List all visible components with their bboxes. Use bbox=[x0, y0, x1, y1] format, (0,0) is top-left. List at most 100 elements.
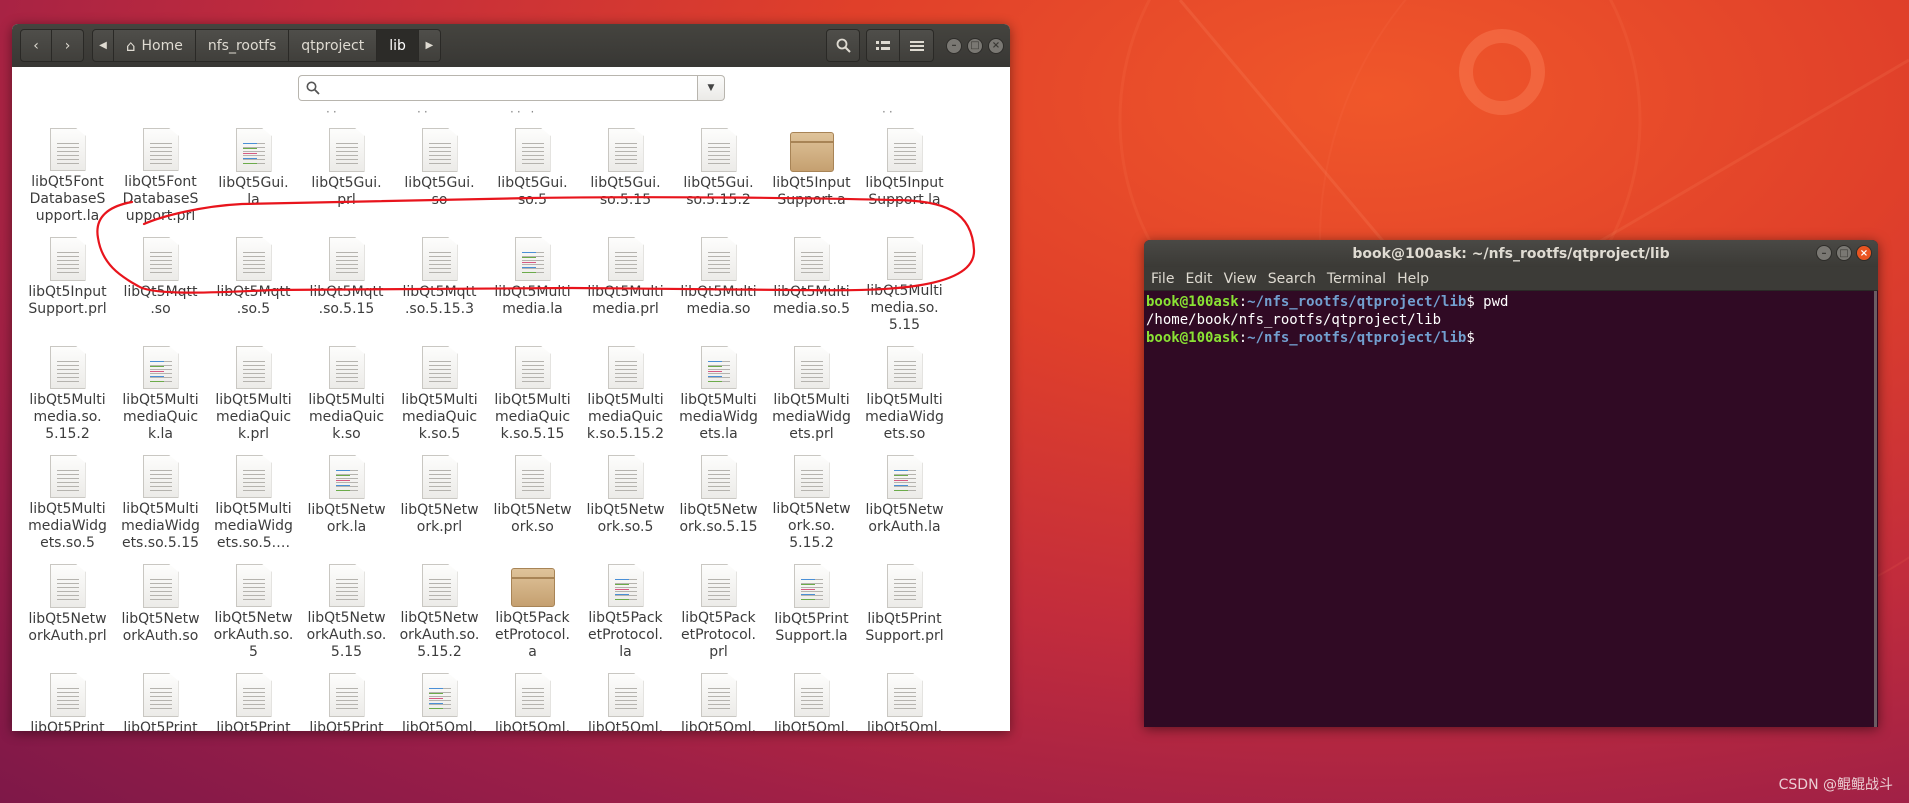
file-item[interactable]: libQt5Qml. bbox=[579, 661, 672, 731]
file-item[interactable]: libQt5Multi media.so. 5.15 bbox=[858, 225, 951, 334]
text-file-icon bbox=[235, 564, 272, 607]
file-item[interactable]: libQt5Print Support.la bbox=[765, 552, 858, 661]
file-item[interactable]: libQt5Netw orkAuth.so. 5 bbox=[207, 552, 300, 661]
path-scroll-left-button[interactable]: ◀ bbox=[92, 29, 114, 62]
file-item[interactable]: libQt5Pack etProtocol. a bbox=[486, 552, 579, 661]
file-item[interactable]: libQt5Netw ork.so.5.15 bbox=[672, 443, 765, 552]
file-item[interactable]: libQt5Multi mediaQuic k.la bbox=[114, 334, 207, 443]
menu-terminal[interactable]: Terminal bbox=[1323, 271, 1393, 287]
file-item[interactable]: libQt5Gui. so.5.15 bbox=[579, 116, 672, 225]
file-item[interactable]: libQt5Pack etProtocol. la bbox=[579, 552, 672, 661]
file-item[interactable]: libQt5Font DatabaseS upport.prl bbox=[114, 116, 207, 225]
file-item[interactable]: libQt5Multi mediaWidg ets.so bbox=[858, 334, 951, 443]
file-item[interactable]: libQt5Multi mediaQuic k.so bbox=[300, 334, 393, 443]
close-button[interactable]: × bbox=[1856, 245, 1872, 261]
file-item[interactable]: libQt5Multi media.so. 5.15.2 bbox=[21, 334, 114, 443]
search-options-dropdown[interactable]: ▼ bbox=[698, 75, 725, 101]
file-item[interactable]: libQt5Qml. bbox=[486, 661, 579, 731]
file-item[interactable]: libQt5Gui. so bbox=[393, 116, 486, 225]
maximize-button[interactable]: □ bbox=[967, 37, 983, 54]
text-file-icon bbox=[793, 673, 830, 717]
text-file-icon bbox=[886, 564, 923, 608]
menu-help[interactable]: Help bbox=[1393, 271, 1436, 287]
breadcrumb-lib[interactable]: lib bbox=[377, 29, 419, 62]
file-item[interactable]: libQt5Netw ork.so. 5.15.2 bbox=[765, 443, 858, 552]
file-item[interactable]: libQt5Gui. so.5 bbox=[486, 116, 579, 225]
file-item[interactable]: libQt5Multi media.la bbox=[486, 225, 579, 334]
menu-view[interactable]: View bbox=[1220, 271, 1264, 287]
file-item[interactable]: libQt5Qml. bbox=[393, 661, 486, 731]
file-item[interactable]: libQt5Netw ork.so.5 bbox=[579, 443, 672, 552]
menu-button[interactable] bbox=[900, 29, 934, 62]
file-item[interactable]: libQt5Input Support.prl bbox=[21, 225, 114, 334]
file-name: libQt5Input Support.a bbox=[772, 175, 851, 208]
file-item[interactable]: libQt5Netw ork.so bbox=[486, 443, 579, 552]
path-scroll-right-button[interactable]: ▶ bbox=[418, 29, 441, 62]
file-item[interactable]: libQt5Multi mediaWidg ets.la bbox=[672, 334, 765, 443]
file-item[interactable]: libQt5Multi mediaQuic k.prl bbox=[207, 334, 300, 443]
file-item[interactable]: libQt5Multi mediaWidg ets.so.5 bbox=[21, 443, 114, 552]
breadcrumb-nfs-rootfs[interactable]: nfs_rootfs bbox=[195, 29, 290, 62]
file-item[interactable]: libQt5Gui. prl bbox=[300, 116, 393, 225]
minimize-button[interactable]: – bbox=[1816, 245, 1832, 261]
file-item[interactable]: libQt5Gui. so.5.15.2 bbox=[672, 116, 765, 225]
search-input[interactable] bbox=[298, 75, 698, 101]
menu-file[interactable]: File bbox=[1147, 271, 1181, 287]
forward-button[interactable]: › bbox=[52, 29, 84, 62]
file-item[interactable]: libQt5Mqtt .so.5.15.3 bbox=[393, 225, 486, 334]
file-item[interactable]: libQt5Mqtt .so.5 bbox=[207, 225, 300, 334]
text-file-icon bbox=[421, 237, 458, 281]
maximize-button[interactable]: □ bbox=[1836, 245, 1852, 261]
file-item[interactable]: libQt5Netw orkAuth.la bbox=[858, 443, 951, 552]
file-item[interactable]: libQt5Multi media.prl bbox=[579, 225, 672, 334]
file-item[interactable]: libQt5Qml. bbox=[672, 661, 765, 731]
file-item[interactable]: libQt5Netw orkAuth.so. 5.15.2 bbox=[393, 552, 486, 661]
menu-search[interactable]: Search bbox=[1264, 271, 1323, 287]
file-item[interactable]: libQt5Multi media.so.5 bbox=[765, 225, 858, 334]
menu-edit[interactable]: Edit bbox=[1181, 271, 1219, 287]
back-button[interactable]: ‹ bbox=[20, 29, 52, 62]
file-item[interactable]: libQt5Mqtt .so bbox=[114, 225, 207, 334]
file-item[interactable]: libQt5Mqtt .so.5.15 bbox=[300, 225, 393, 334]
file-item[interactable]: libQt5Font DatabaseS upport.la bbox=[21, 116, 114, 225]
file-item[interactable]: libQt5Multi mediaWidg ets.so.5.15 bbox=[114, 443, 207, 552]
file-item[interactable]: libQt5Multi mediaWidg ets.prl bbox=[765, 334, 858, 443]
file-item[interactable]: libQt5Print bbox=[300, 661, 393, 731]
file-item[interactable]: libQt5Multi mediaWidg ets.so.5.… bbox=[207, 443, 300, 552]
header-tools: – □ × bbox=[822, 29, 1004, 62]
file-item[interactable]: libQt5Multi mediaQuic k.so.5.15 bbox=[486, 334, 579, 443]
file-item[interactable]: libQt5Print Support.prl bbox=[858, 552, 951, 661]
close-button[interactable]: × bbox=[988, 37, 1004, 54]
file-item[interactable]: libQt5Netw orkAuth.prl bbox=[21, 552, 114, 661]
file-item[interactable]: libQt5Pack etProtocol. prl bbox=[672, 552, 765, 661]
view-toggle-button[interactable] bbox=[866, 29, 900, 62]
terminal-scrollbar[interactable] bbox=[1874, 291, 1877, 727]
file-name: libQt5Netw ork.so.5 bbox=[586, 502, 665, 535]
terminal-output[interactable]: book@100ask:~/nfs_rootfs/qtproject/lib$ … bbox=[1144, 291, 1878, 349]
search-button[interactable] bbox=[826, 29, 860, 62]
file-item[interactable]: libQt5Netw orkAuth.so. 5.15 bbox=[300, 552, 393, 661]
file-item[interactable]: libQt5Print bbox=[207, 661, 300, 731]
file-item[interactable]: libQt5Netw ork.prl bbox=[393, 443, 486, 552]
file-item[interactable]: libQt5Qml. bbox=[858, 661, 951, 731]
breadcrumb-label: lib bbox=[389, 37, 406, 54]
breadcrumb-home[interactable]: ⌂ Home bbox=[114, 29, 196, 62]
text-file-icon bbox=[514, 128, 551, 172]
file-item[interactable]: libQt5Multi media.so bbox=[672, 225, 765, 334]
file-item[interactable]: libQt5Gui. la bbox=[207, 116, 300, 225]
file-item[interactable]: libQt5Input Support.la bbox=[858, 116, 951, 225]
breadcrumb-qtproject[interactable]: qtproject bbox=[289, 29, 378, 62]
file-item[interactable]: libQt5Netw ork.la bbox=[300, 443, 393, 552]
file-item[interactable]: libQt5Qml. bbox=[765, 661, 858, 731]
file-item[interactable]: libQt5Netw orkAuth.so bbox=[114, 552, 207, 661]
file-item[interactable]: libQt5Input Support.a bbox=[765, 116, 858, 225]
file-item[interactable]: libQt5Print bbox=[21, 661, 114, 731]
minimize-button[interactable]: – bbox=[946, 37, 962, 54]
text-file-icon bbox=[328, 237, 365, 281]
file-name: libQt5Netw orkAuth.so. 5 bbox=[213, 610, 294, 660]
file-name: libQt5Multi mediaWidg ets.so.5.15 bbox=[121, 501, 200, 551]
file-item[interactable]: libQt5Print bbox=[114, 661, 207, 731]
text-file-icon bbox=[142, 455, 179, 498]
file-item[interactable]: libQt5Multi mediaQuic k.so.5 bbox=[393, 334, 486, 443]
file-item[interactable]: libQt5Multi mediaQuic k.so.5.15.2 bbox=[579, 334, 672, 443]
